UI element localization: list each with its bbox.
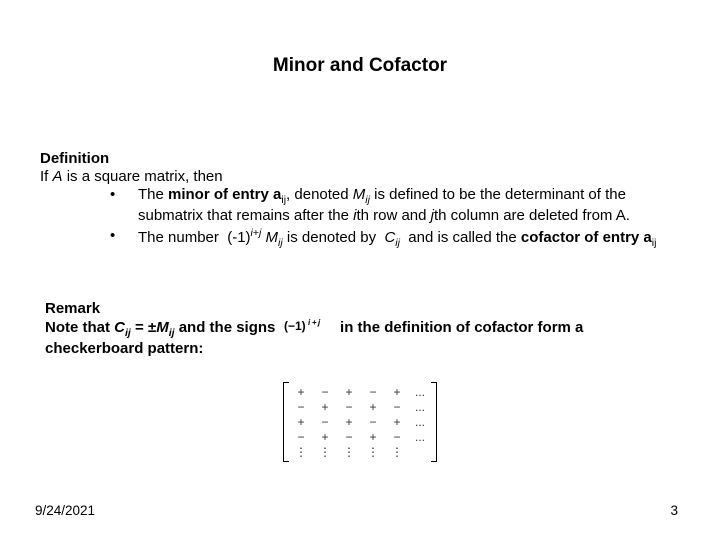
remark-heading: Remark bbox=[45, 300, 685, 319]
definition-block: Definition If A is a square matrix, then… bbox=[40, 150, 690, 251]
slide: Minor and Cofactor Definition If A is a … bbox=[0, 0, 720, 540]
svg-text:+: + bbox=[312, 318, 317, 327]
definition-heading: Definition bbox=[40, 150, 690, 168]
definition-bullet-1: The minor of entry aij, denoted Mij is d… bbox=[110, 186, 690, 225]
definition-lead: If A is a square matrix, then bbox=[40, 168, 690, 186]
footer-page-number: 3 bbox=[670, 503, 678, 518]
matrix-right-bracket-icon bbox=[431, 382, 437, 462]
remark-block: Remark Note that Cij = ±Mij and the sign… bbox=[45, 300, 685, 359]
footer-date: 9/24/2021 bbox=[35, 503, 95, 518]
slide-title: Minor and Cofactor bbox=[0, 55, 720, 77]
sign-expression-icon: (−1) i + j bbox=[284, 317, 332, 335]
svg-text:j: j bbox=[317, 318, 321, 327]
remark-text: Note that Cij = ±Mij and the signs (−1) … bbox=[45, 319, 685, 359]
svg-text:i: i bbox=[308, 318, 311, 327]
definition-bullet-2: The number (-1)i+j Mij is denoted by Cij… bbox=[110, 227, 690, 250]
matrix-grid: +−+−+... −+−+−... +−+−+... −+−+−... ⋮⋮⋮⋮… bbox=[289, 382, 431, 462]
svg-text:(−1): (−1) bbox=[284, 319, 306, 333]
checkerboard-matrix: +−+−+... −+−+−... +−+−+... −+−+−... ⋮⋮⋮⋮… bbox=[0, 382, 720, 462]
